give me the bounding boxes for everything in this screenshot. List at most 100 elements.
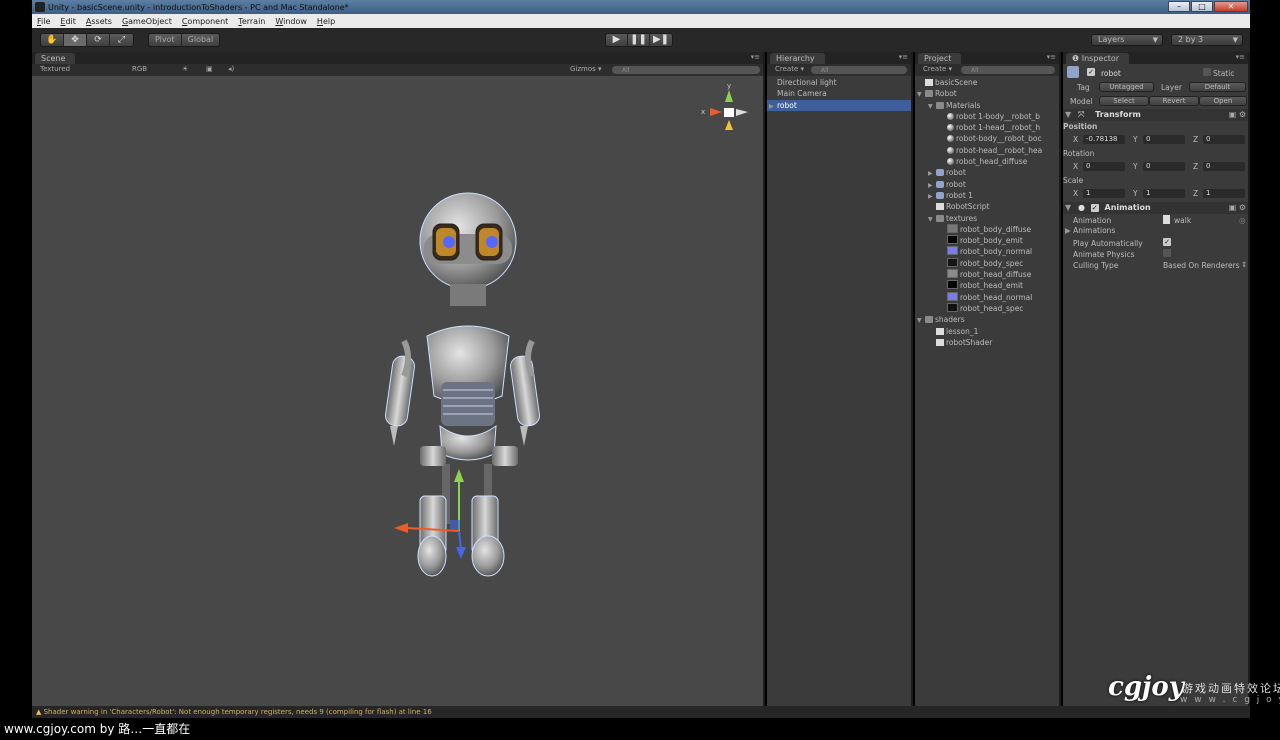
project-item[interactable]: ▼ Materials (915, 100, 1059, 111)
minimize-button[interactable]: – (1168, 1, 1190, 12)
animations-foldout[interactable]: ▶ Animations (1063, 226, 1248, 235)
animation-enabled-checkbox[interactable]: ✓ (1090, 203, 1099, 212)
image-toggle-icon[interactable]: ▣ (206, 65, 213, 73)
foldout-arrow-icon[interactable]: ▼ (1065, 203, 1071, 212)
project-create-dropdown[interactable]: Create ▾ (923, 65, 952, 73)
menu-file[interactable]: File (32, 17, 55, 26)
global-toggle[interactable]: Global (182, 34, 220, 46)
layers-dropdown[interactable]: Layers ▼ (1091, 34, 1163, 46)
position-z-field[interactable]: 0 (1203, 135, 1245, 144)
active-checkbox[interactable]: ✓ (1087, 68, 1095, 76)
foldout-arrow-icon[interactable]: ▶ (1065, 226, 1071, 235)
audio-toggle-icon[interactable]: ◂) (228, 65, 234, 73)
project-item[interactable]: ▼ textures (915, 213, 1059, 224)
rotation-y-field[interactable]: 0 (1143, 162, 1185, 171)
console-status-bar[interactable]: ▲ Shader warning in 'Characters/Robot': … (32, 706, 1250, 718)
project-item[interactable]: robot_head_normal (915, 291, 1059, 303)
layer-dropdown[interactable]: Default (1189, 82, 1246, 92)
project-item[interactable]: robot_head_diffuse (915, 269, 1059, 280)
collapse-arrow-icon[interactable]: ▼ (917, 89, 925, 99)
component-settings-icon[interactable]: ▣ ⚙ (1229, 109, 1246, 121)
animation-header[interactable]: ▼ ● ✓ Animation ▣ ⚙ (1063, 202, 1248, 214)
hand-tool-icon[interactable]: ✋ (41, 34, 64, 46)
panel-menu-icon[interactable]: ▾≡ (1236, 53, 1245, 61)
menu-edit[interactable]: Edit (55, 17, 81, 26)
expand-arrow-icon[interactable]: ▶ (769, 101, 777, 111)
pivot-toggle[interactable]: Pivot (149, 34, 182, 46)
panel-menu-icon[interactable]: ▾≡ (1047, 53, 1056, 61)
animate-physics-checkbox[interactable] (1163, 249, 1171, 257)
collapse-arrow-icon[interactable]: ▼ (928, 101, 936, 111)
layout-dropdown[interactable]: 2 by 3 ▼ (1171, 34, 1243, 46)
rotation-x-field[interactable]: 0 (1083, 162, 1125, 171)
hierarchy-item-robot[interactable]: ▶ robot (767, 99, 911, 111)
project-item[interactable]: lesson_1 (915, 326, 1059, 337)
component-settings-icon[interactable]: ▣ ⚙ (1229, 202, 1246, 214)
rotation-z-field[interactable]: 0 (1203, 162, 1245, 171)
scene-search-input[interactable]: All (612, 66, 760, 74)
gizmos-dropdown[interactable]: Gizmos ▾ (570, 65, 602, 73)
menu-gameobject[interactable]: GameObject (117, 17, 177, 26)
menu-terrain[interactable]: Terrain (233, 17, 270, 26)
panel-menu-icon[interactable]: ▾≡ (899, 53, 908, 61)
project-item[interactable]: basicScene (915, 77, 1059, 88)
project-item[interactable]: ▼ Robot (915, 88, 1059, 99)
project-item[interactable]: robot 1-head__robot_h (915, 122, 1059, 133)
project-item[interactable]: ▶ robot 1 (915, 190, 1059, 201)
position-y-field[interactable]: 0 (1143, 135, 1185, 144)
culling-type-dropdown[interactable]: Based On Renderers (1163, 261, 1243, 270)
project-item[interactable]: robot_head_emit (915, 280, 1059, 291)
move-tool-icon[interactable]: ✥ (64, 34, 87, 46)
project-item[interactable]: ▶ robot (915, 167, 1059, 178)
hierarchy-item-main-camera[interactable]: Main Camera (767, 88, 911, 99)
rotate-tool-icon[interactable]: ⟳ (87, 34, 110, 46)
project-item[interactable]: robot_body_diffuse (915, 223, 1059, 235)
play-button[interactable]: ▶ (606, 34, 628, 46)
menu-component[interactable]: Component (177, 17, 233, 26)
scene-gizmo[interactable]: y x (701, 82, 748, 130)
project-item[interactable]: ▶ robot (915, 179, 1059, 190)
static-checkbox[interactable] (1203, 68, 1211, 76)
step-button[interactable]: ▶❚ (650, 34, 672, 46)
collapse-arrow-icon[interactable]: ▼ (917, 315, 925, 325)
robot-model[interactable] (384, 192, 541, 577)
menu-help[interactable]: Help (312, 17, 340, 26)
object-name-field[interactable]: robot (1101, 69, 1121, 78)
tab-hierarchy[interactable]: Hierarchy (770, 53, 825, 64)
hierarchy-item-directional-light[interactable]: Directional light (767, 77, 911, 88)
foldout-arrow-icon[interactable]: ▼ (1065, 110, 1071, 119)
project-item[interactable]: robot_body_emit (915, 235, 1059, 246)
model-open-button[interactable]: Open (1199, 96, 1247, 106)
position-x-field[interactable]: -0.78138 (1083, 135, 1125, 144)
lighting-toggle-icon[interactable]: ☀ (182, 65, 188, 73)
model-select-button[interactable]: Select (1099, 96, 1149, 106)
close-button[interactable]: ✕ (1214, 1, 1248, 12)
render-mode-dropdown[interactable]: RGB (132, 65, 147, 73)
expand-arrow-icon[interactable]: ▶ (928, 180, 936, 190)
scale-z-field[interactable]: 1 (1203, 189, 1245, 198)
shading-mode-dropdown[interactable]: Textured (40, 65, 70, 73)
play-automatically-checkbox[interactable]: ✓ (1163, 238, 1171, 246)
project-item[interactable]: RobotScript (915, 201, 1059, 212)
transform-header[interactable]: ▼ ⤧ Transform ▣ ⚙ (1063, 109, 1248, 121)
project-item[interactable]: robot 1-body__robot_b (915, 111, 1059, 122)
pause-button[interactable]: ❚❚ (628, 34, 650, 46)
project-item[interactable]: robotShader (915, 337, 1059, 348)
tab-project[interactable]: Project (918, 53, 962, 64)
project-item[interactable]: robot_body_spec (915, 257, 1059, 269)
tab-inspector[interactable]: ❶ Inspector (1066, 53, 1130, 64)
expand-arrow-icon[interactable]: ▶ (928, 168, 936, 178)
model-revert-button[interactable]: Revert (1149, 96, 1199, 106)
animation-clip-field[interactable]: walk (1174, 216, 1191, 225)
tag-dropdown[interactable]: Untagged (1099, 82, 1154, 92)
tab-scene[interactable]: Scene (35, 53, 76, 64)
project-item[interactable]: robot-body__robot_boc (915, 133, 1059, 144)
project-item[interactable]: ▼ shaders (915, 314, 1059, 325)
project-item[interactable]: robot-head__robot_hea (915, 145, 1059, 156)
scale-x-field[interactable]: 1 (1083, 189, 1125, 198)
object-picker-icon[interactable]: ◎ (1239, 216, 1246, 225)
hierarchy-create-dropdown[interactable]: Create ▾ (775, 65, 804, 73)
expand-arrow-icon[interactable]: ▶ (928, 191, 936, 201)
menu-window[interactable]: Window (270, 17, 312, 26)
project-item[interactable]: robot_body_normal (915, 246, 1059, 257)
